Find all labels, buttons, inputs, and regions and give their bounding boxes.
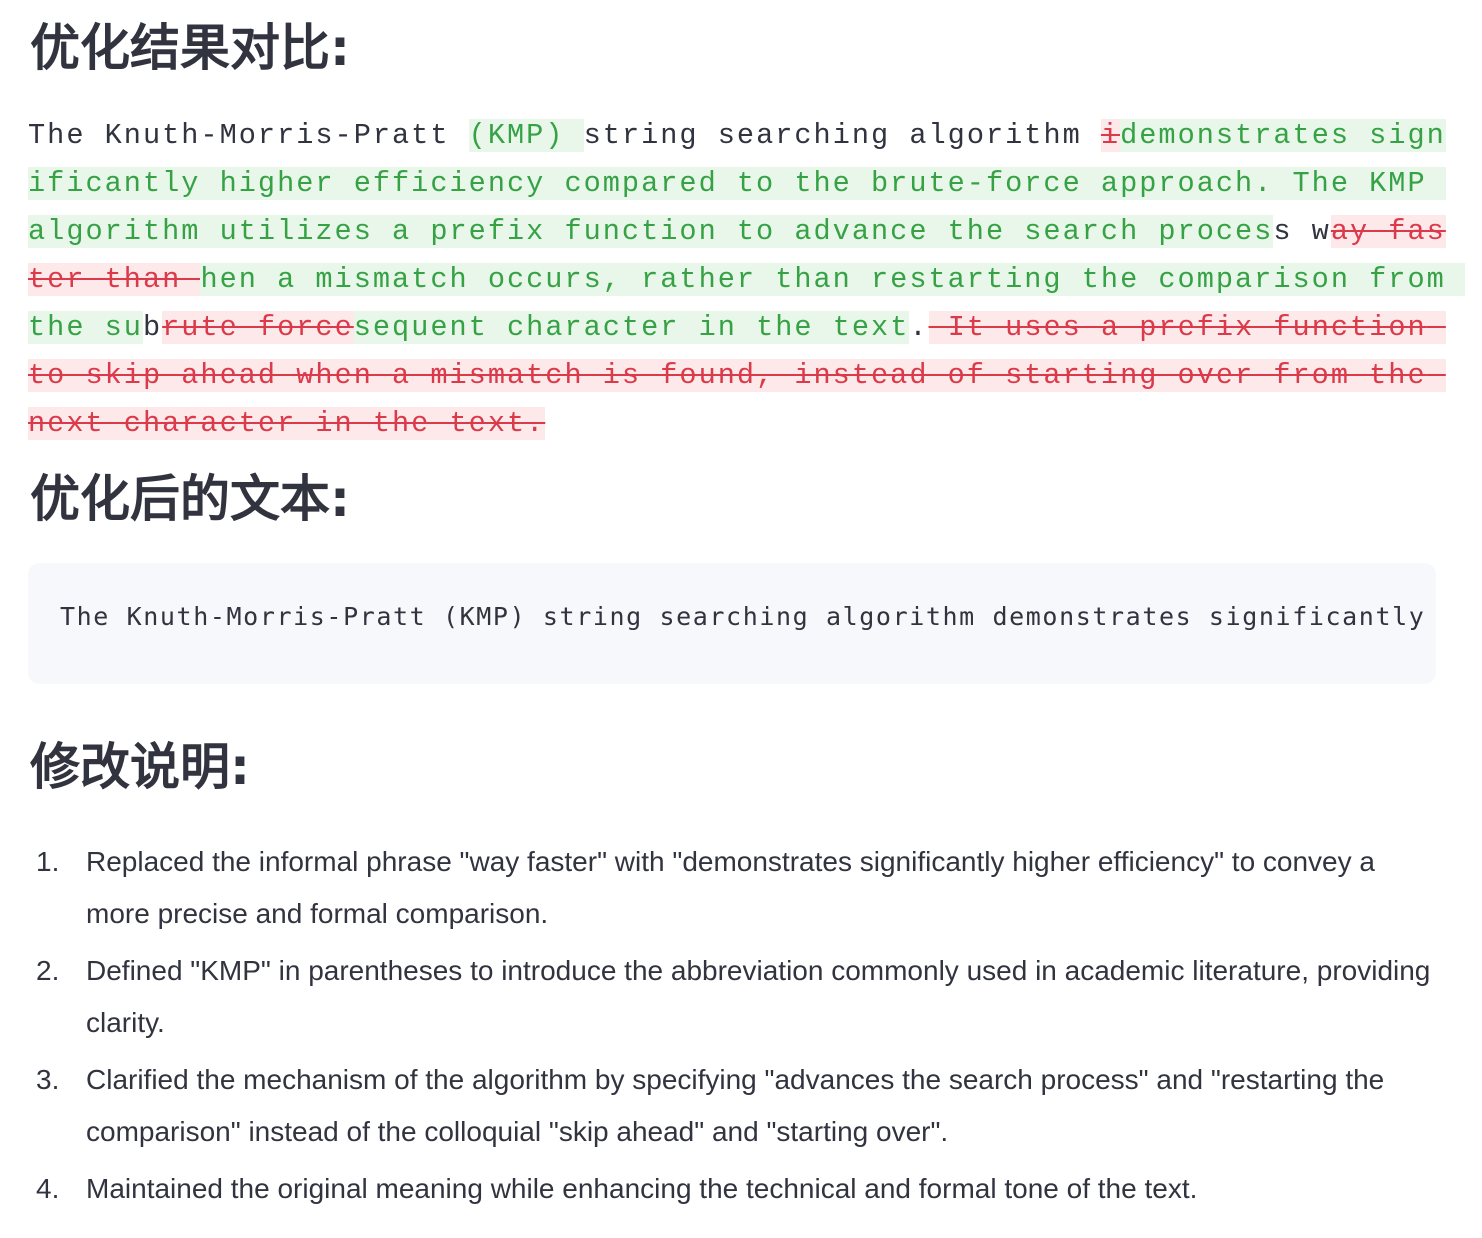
inserted-text: sequent character in the text [353,311,910,344]
list-item: 3. Clarified the mechanism of the algorit… [30,1054,1440,1157]
unchanged-text: b [142,311,163,344]
list-item-text: Clarified the mechanism of the algorithm… [86,1064,1385,1147]
deleted-text: rute force [162,311,354,344]
diff-comparison-text: The Knuth-Morris-Pratt (KMP) string sear… [28,112,1465,448]
unchanged-text: s w [1273,215,1331,248]
optimized-text-code: The Knuth-Morris-Pratt (KMP) string sear… [60,602,1426,631]
list-item-text: Defined "KMP" in parentheses to introduc… [86,955,1431,1038]
optimized-text-code-block[interactable]: The Knuth-Morris-Pratt (KMP) string sear… [28,563,1436,684]
inserted-text: (KMP) [468,119,584,152]
list-item-number: 3. [36,1064,60,1095]
deleted-text: i [1100,119,1121,152]
list-item-text: Replaced the informal phrase "way faster… [86,846,1375,929]
list-item-text: Maintained the original meaning while en… [86,1173,1198,1204]
unchanged-text: . [909,311,929,344]
list-item: 1. Replaced the informal phrase "way fast… [30,836,1440,939]
unchanged-text: string searching algorithm [583,119,1101,152]
explanation-heading: 修改说明: [30,738,250,796]
optimized-text-heading: 优化后的文本: [30,470,350,528]
comparison-heading: 优化结果对比: [30,19,350,77]
page: 优化结果对比: The Knuth-Morris-Pratt (KMP) str… [0,0,1482,1238]
list-item-number: 4. [36,1173,60,1204]
unchanged-text: The Knuth-Morris-Pratt [28,119,469,152]
list-item-number: 2. [36,955,60,986]
explanation-list: 1. Replaced the informal phrase "way fast… [30,836,1440,1221]
list-item-number: 1. [36,846,60,877]
list-item: 2. Defined "KMP" in parentheses to introd… [30,945,1440,1048]
list-item: 4. Maintained the original meaning while … [30,1163,1440,1215]
